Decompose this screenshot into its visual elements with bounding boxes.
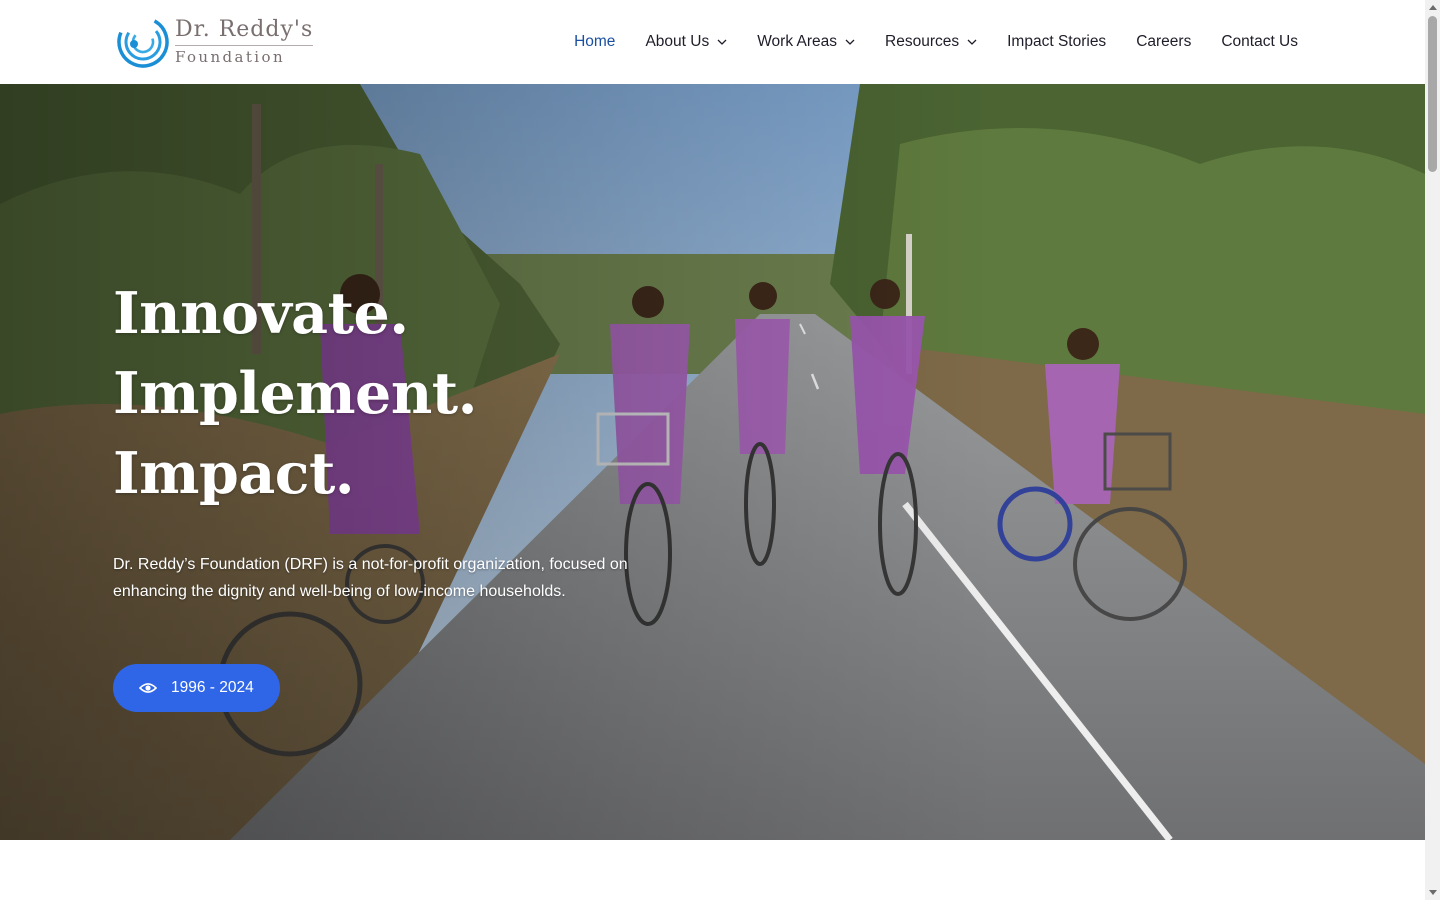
page: Dr. Reddy's Foundation Home About Us Work … — [0, 0, 1440, 900]
chevron-down-icon — [717, 39, 727, 45]
scroll-down-arrow-icon[interactable] — [1425, 886, 1440, 900]
nav-item-label: Impact Stories — [1007, 33, 1107, 50]
nav-item-label: Careers — [1136, 33, 1192, 50]
nav-item-label: Work Areas — [757, 33, 838, 50]
eye-icon — [139, 683, 157, 693]
hero-title-line: Innovate. — [113, 280, 409, 347]
nav-item-label: Resources — [885, 33, 960, 50]
hero-section: Innovate. Implement. Impact. Dr. Reddy’s… — [0, 84, 1425, 840]
main-nav: Home About Us Work Areas Resources Impact St… — [574, 33, 1298, 51]
chevron-down-icon — [845, 39, 855, 45]
hero-description: Dr. Reddy’s Foundation (DRF) is a not-fo… — [113, 556, 628, 600]
scroll-up-arrow-icon[interactable] — [1425, 0, 1440, 14]
timeline-button-label: 1996 - 2024 — [171, 679, 254, 696]
hero-title-line: Implement. — [113, 360, 477, 427]
nav-item-work-areas[interactable]: Work Areas — [757, 33, 855, 51]
nav-item-careers[interactable]: Careers — [1136, 33, 1191, 51]
nav-item-resources[interactable]: Resources — [885, 33, 977, 51]
hero-title-line: Impact. — [113, 440, 355, 507]
logo-subtitle: Foundation — [175, 48, 286, 66]
nav-item-home[interactable]: Home — [574, 33, 615, 51]
hero-title: Innovate. Implement. Impact. — [113, 274, 713, 514]
nav-item-label: Home — [574, 33, 616, 50]
content-area-below-hero — [0, 840, 1425, 900]
hero-content: Innovate. Implement. Impact. Dr. Reddy’s… — [113, 274, 713, 605]
logo-divider — [175, 45, 313, 46]
nav-item-label: About Us — [645, 33, 710, 50]
logo-wordmark: Dr. Reddy's Foundation — [175, 19, 313, 65]
site-logo[interactable]: Dr. Reddy's Foundation — [113, 14, 313, 70]
nav-item-about-us[interactable]: About Us — [645, 33, 727, 51]
timeline-button[interactable]: 1996 - 2024 — [113, 664, 280, 712]
nav-item-label: Contact Us — [1221, 33, 1298, 50]
nav-item-impact-stories[interactable]: Impact Stories — [1007, 33, 1106, 51]
logo-title: Dr. Reddy's — [175, 17, 314, 42]
chevron-down-icon — [967, 39, 977, 45]
scrollbar-thumb[interactable] — [1428, 16, 1437, 172]
logo-swirl-icon — [117, 16, 169, 68]
site-header: Dr. Reddy's Foundation Home About Us Work … — [0, 0, 1425, 84]
page-scrollbar[interactable] — [1425, 0, 1440, 900]
nav-item-contact-us[interactable]: Contact Us — [1221, 33, 1298, 51]
